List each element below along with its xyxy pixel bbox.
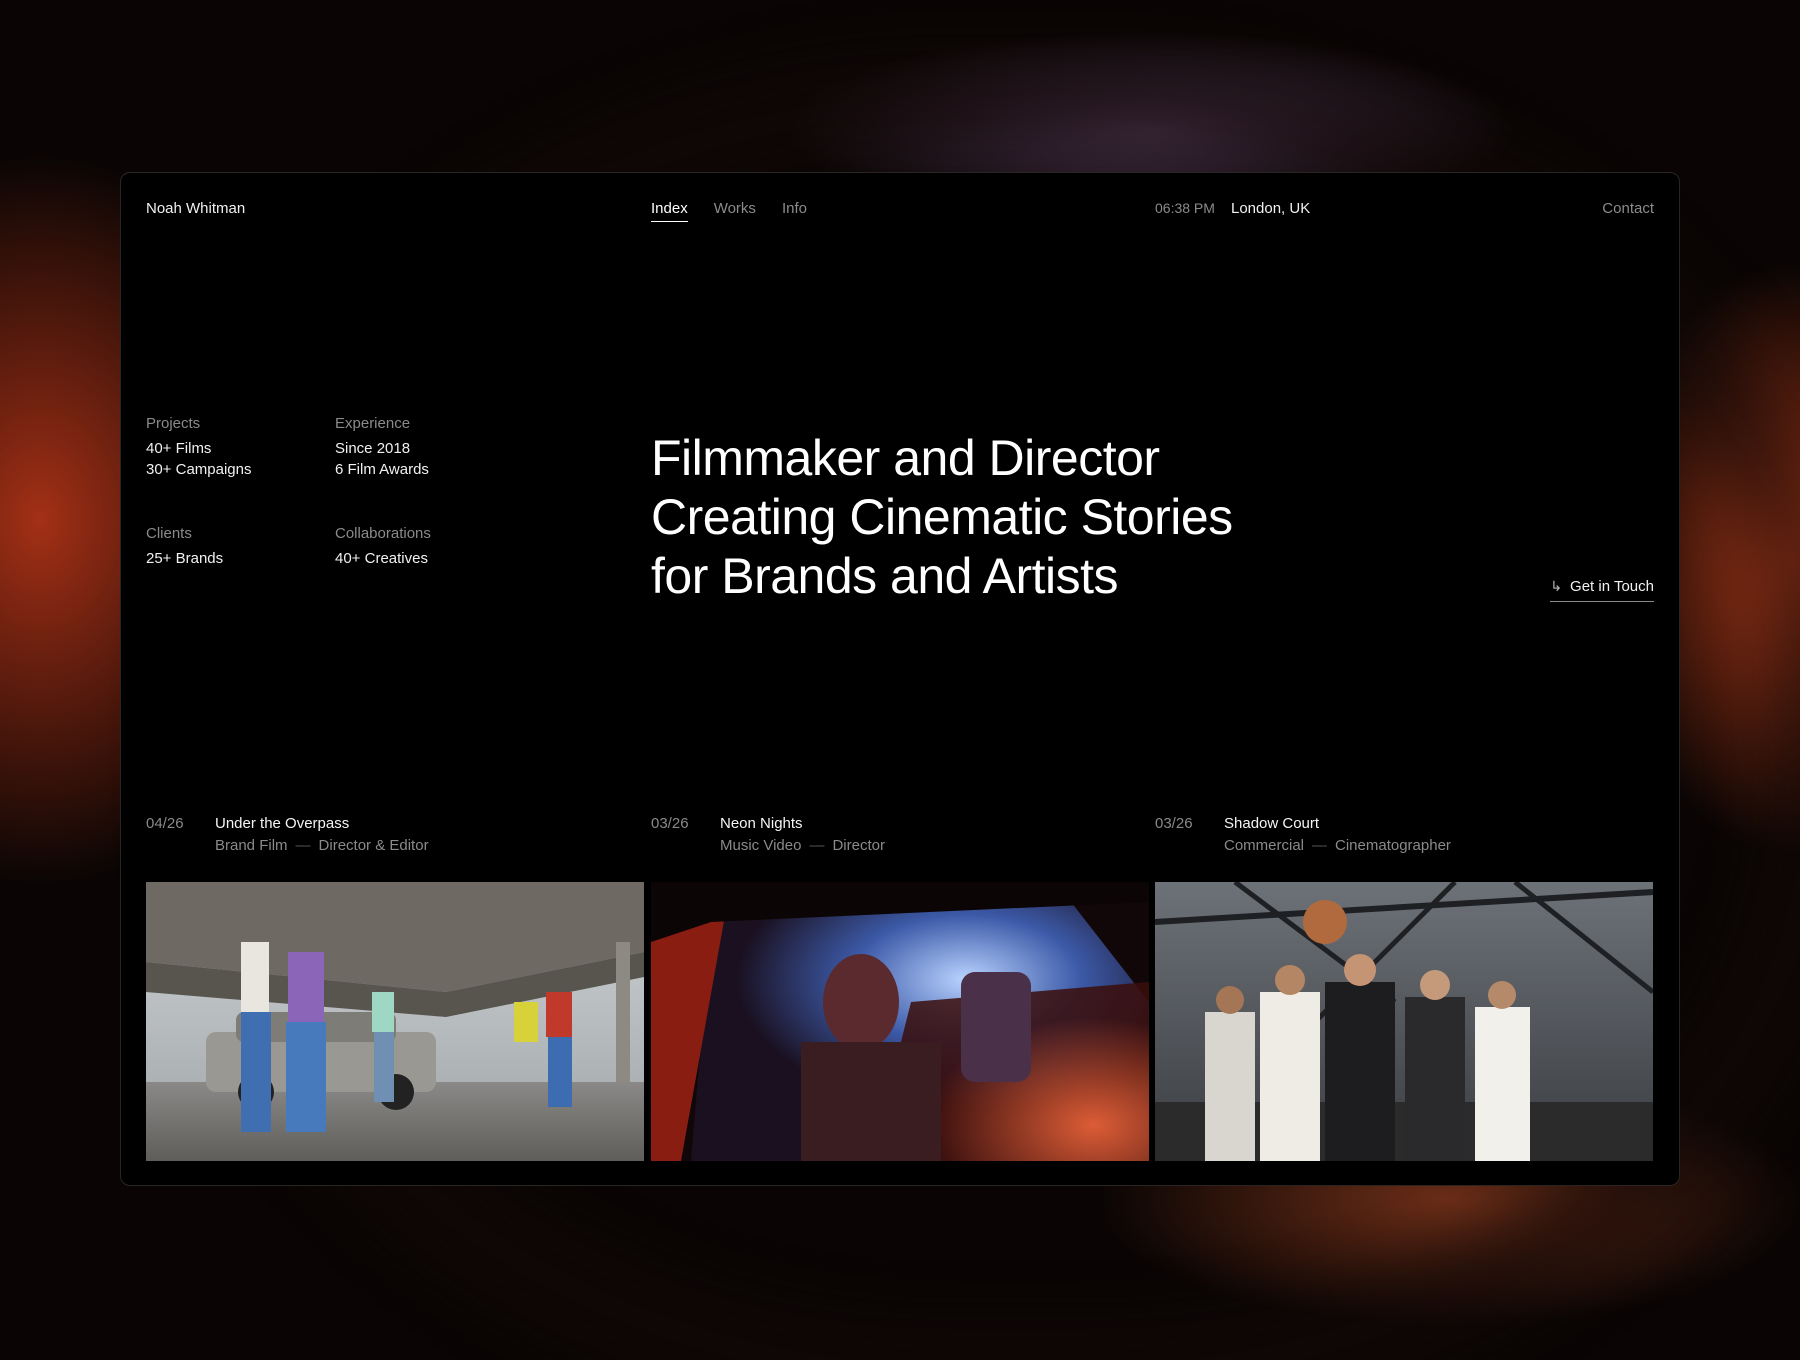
stat-label: Collaborations	[335, 525, 431, 542]
project-meta-1[interactable]: 04/26 Under the Overpass Brand Film — Dire…	[146, 813, 429, 857]
stat-value: 30+ Campaigns	[146, 461, 252, 478]
nav-index[interactable]: Index	[651, 200, 688, 222]
stat-label: Experience	[335, 415, 411, 432]
court-group-photo[interactable]	[1155, 882, 1653, 1161]
project-role: Director	[832, 837, 885, 854]
arrow-down-right-icon: ↳	[1550, 578, 1563, 594]
separator-dash: —	[1312, 837, 1328, 854]
hero-line: Creating Cinematic Stories	[651, 489, 1233, 545]
project-meta-3[interactable]: 03/26 Shadow Court Commercial — Cinematogr…	[1155, 813, 1451, 857]
project-title: Under the Overpass	[215, 815, 350, 832]
project-date: 03/26	[1155, 815, 1193, 832]
stat-experience: Experience Since 2018 6 Film Awards	[335, 413, 429, 480]
stat-label: Clients	[146, 525, 192, 542]
stat-clients: Clients 25+ Brands	[146, 523, 223, 569]
stat-value: Since 2018	[335, 440, 411, 457]
stat-label: Projects	[146, 415, 201, 432]
project-date: 04/26	[146, 815, 184, 832]
project-role: Director & Editor	[318, 837, 429, 854]
stat-projects: Projects 40+ Films 30+ Campaigns	[146, 413, 251, 480]
stat-value: 6 Film Awards	[335, 461, 429, 478]
hero-line: Filmmaker and Director	[651, 430, 1160, 486]
project-meta-2[interactable]: 03/26 Neon Nights Music Video — Director	[651, 813, 885, 857]
hero-line: for Brands and Artists	[651, 548, 1119, 604]
main-nav: Index Works Info	[651, 200, 807, 222]
separator-dash: —	[295, 837, 311, 854]
portfolio-window: Noah Whitman Index Works Info 06:38 PM L…	[120, 172, 1680, 1186]
stat-collaborations: Collaborations 40+ Creatives	[335, 523, 431, 569]
neon-car-photo[interactable]	[651, 882, 1149, 1161]
hero-heading: Filmmaker and Director Creating Cinemati…	[651, 429, 1233, 606]
stat-value: 40+ Creatives	[335, 550, 428, 567]
contact-link[interactable]: Contact	[1602, 200, 1654, 217]
project-category: Music Video	[720, 837, 802, 854]
cta-label: Get in Touch	[1570, 578, 1654, 595]
nav-works[interactable]: Works	[714, 200, 756, 222]
brand-name[interactable]: Noah Whitman	[146, 200, 245, 217]
stat-value: 40+ Films	[146, 440, 212, 457]
project-subtitle: Brand Film — Director & Editor	[215, 835, 429, 857]
local-time: 06:38 PM	[1155, 200, 1215, 216]
overpass-photo[interactable]	[146, 882, 644, 1161]
project-subtitle: Commercial — Cinematographer	[1224, 835, 1451, 857]
project-category: Commercial	[1224, 837, 1305, 854]
project-date: 03/26	[651, 815, 689, 832]
stat-value: 25+ Brands	[146, 550, 224, 567]
project-title: Shadow Court	[1224, 815, 1320, 832]
project-title: Neon Nights	[720, 815, 803, 832]
project-category: Brand Film	[215, 837, 288, 854]
project-subtitle: Music Video — Director	[720, 835, 885, 857]
project-role: Cinematographer	[1335, 837, 1451, 854]
location-label: London, UK	[1231, 200, 1311, 217]
separator-dash: —	[809, 837, 825, 854]
nav-info[interactable]: Info	[782, 200, 807, 222]
get-in-touch-button[interactable]: ↳ Get in Touch	[1550, 578, 1654, 602]
